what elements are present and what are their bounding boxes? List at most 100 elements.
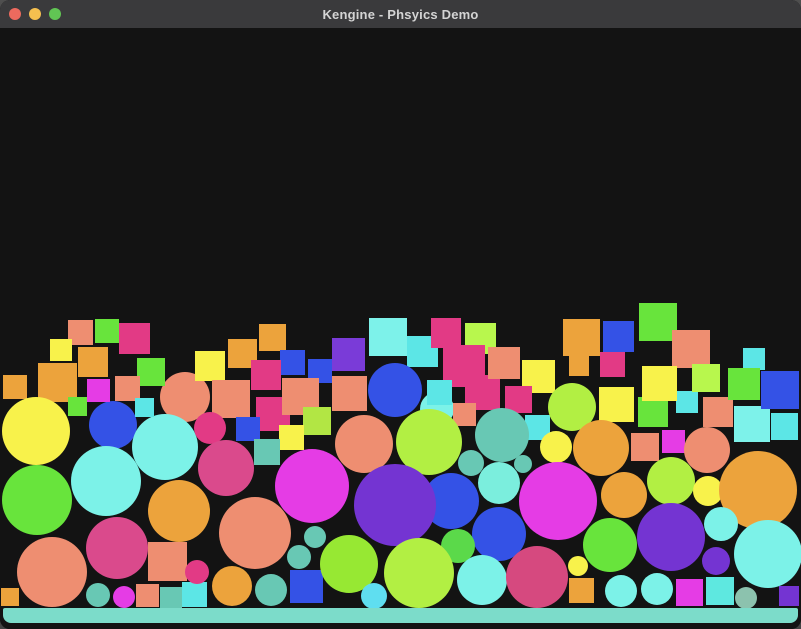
shape-square — [692, 364, 720, 392]
shape-square — [642, 366, 677, 401]
shape-circle — [605, 575, 637, 607]
shape-square — [734, 406, 770, 442]
shape-square — [251, 360, 281, 390]
shape-circle — [2, 397, 70, 465]
physics-canvas[interactable] — [0, 28, 801, 629]
shape-square — [212, 380, 250, 418]
shape-square — [119, 323, 150, 354]
shape-circle — [255, 574, 287, 606]
shape-circle — [519, 462, 597, 540]
shape-square — [95, 319, 119, 343]
shape-square — [254, 439, 280, 465]
shape-circle — [2, 465, 72, 535]
shape-circle — [540, 431, 572, 463]
shape-square — [600, 352, 625, 377]
shape-circle — [368, 363, 422, 417]
shape-square — [599, 387, 634, 422]
shape-square — [280, 350, 305, 375]
shape-square — [453, 403, 476, 426]
shape-square — [569, 578, 594, 603]
close-button[interactable] — [9, 8, 21, 20]
shape-square — [728, 368, 760, 400]
shape-circle — [506, 546, 568, 608]
shape-square — [279, 425, 304, 450]
shape-circle — [132, 414, 198, 480]
shape-square — [676, 579, 703, 606]
shape-square — [3, 375, 27, 399]
shape-circle — [113, 586, 135, 608]
shape-circle — [185, 560, 209, 584]
shape-circle — [89, 401, 137, 449]
shape-square — [68, 397, 87, 416]
shape-square — [703, 397, 733, 427]
window-title: Kengine - Phsyics Demo — [322, 7, 478, 22]
shape-square — [743, 348, 765, 370]
shape-square — [50, 339, 72, 361]
shape-circle — [583, 518, 637, 572]
minimize-button[interactable] — [29, 8, 41, 20]
shape-square — [631, 433, 659, 461]
shape-square — [676, 391, 698, 413]
shape-square — [290, 570, 323, 603]
shape-circle — [219, 497, 291, 569]
shape-square — [160, 587, 182, 609]
shape-circle — [601, 472, 647, 518]
shape-square — [569, 356, 589, 376]
shape-square — [332, 338, 365, 371]
shape-square — [427, 380, 452, 405]
shape-square — [638, 397, 668, 427]
shape-circle — [702, 547, 730, 575]
shape-square — [563, 319, 600, 356]
shape-square — [135, 398, 154, 417]
shape-square — [78, 347, 108, 377]
shape-circle — [457, 555, 507, 605]
floor — [3, 608, 798, 623]
shape-circle — [637, 503, 705, 571]
shape-square — [761, 371, 799, 409]
shape-square — [672, 330, 710, 368]
shape-square — [137, 358, 165, 386]
shape-square — [603, 321, 634, 352]
shape-square — [779, 586, 799, 606]
shape-circle — [275, 449, 349, 523]
maximize-button[interactable] — [49, 8, 61, 20]
title-bar[interactable]: Kengine - Phsyics Demo — [0, 0, 801, 29]
shape-circle — [573, 420, 629, 476]
shape-circle — [735, 587, 757, 609]
shape-circle — [684, 427, 730, 473]
shape-circle — [194, 412, 226, 444]
shape-square — [332, 376, 367, 411]
shape-square — [148, 542, 187, 581]
shape-circle — [212, 566, 252, 606]
shape-square — [706, 577, 734, 605]
shape-circle — [568, 556, 588, 576]
shape-circle — [354, 464, 436, 546]
shape-circle — [384, 538, 454, 608]
shape-square — [303, 407, 331, 435]
shape-circle — [198, 440, 254, 496]
shape-circle — [475, 408, 529, 462]
shape-circle — [734, 520, 801, 588]
shape-square — [236, 417, 260, 441]
shape-square — [369, 318, 407, 356]
app-window: Kengine - Phsyics Demo — [0, 0, 801, 629]
shape-circle — [86, 517, 148, 579]
shape-circle — [647, 457, 695, 505]
shape-circle — [287, 545, 311, 569]
shape-square — [259, 324, 286, 351]
shape-circle — [17, 537, 87, 607]
shape-square — [87, 379, 110, 402]
shape-square — [488, 347, 520, 379]
shape-square — [1, 588, 19, 606]
shape-circle — [361, 583, 387, 609]
shape-circle — [148, 480, 210, 542]
shape-square — [431, 318, 461, 348]
shape-square — [195, 351, 225, 381]
shape-square — [771, 413, 798, 440]
shape-square — [136, 584, 159, 607]
shape-circle — [86, 583, 110, 607]
shape-circle — [641, 573, 673, 605]
shape-circle — [478, 462, 520, 504]
shape-square — [662, 430, 685, 453]
shape-square — [182, 582, 207, 607]
